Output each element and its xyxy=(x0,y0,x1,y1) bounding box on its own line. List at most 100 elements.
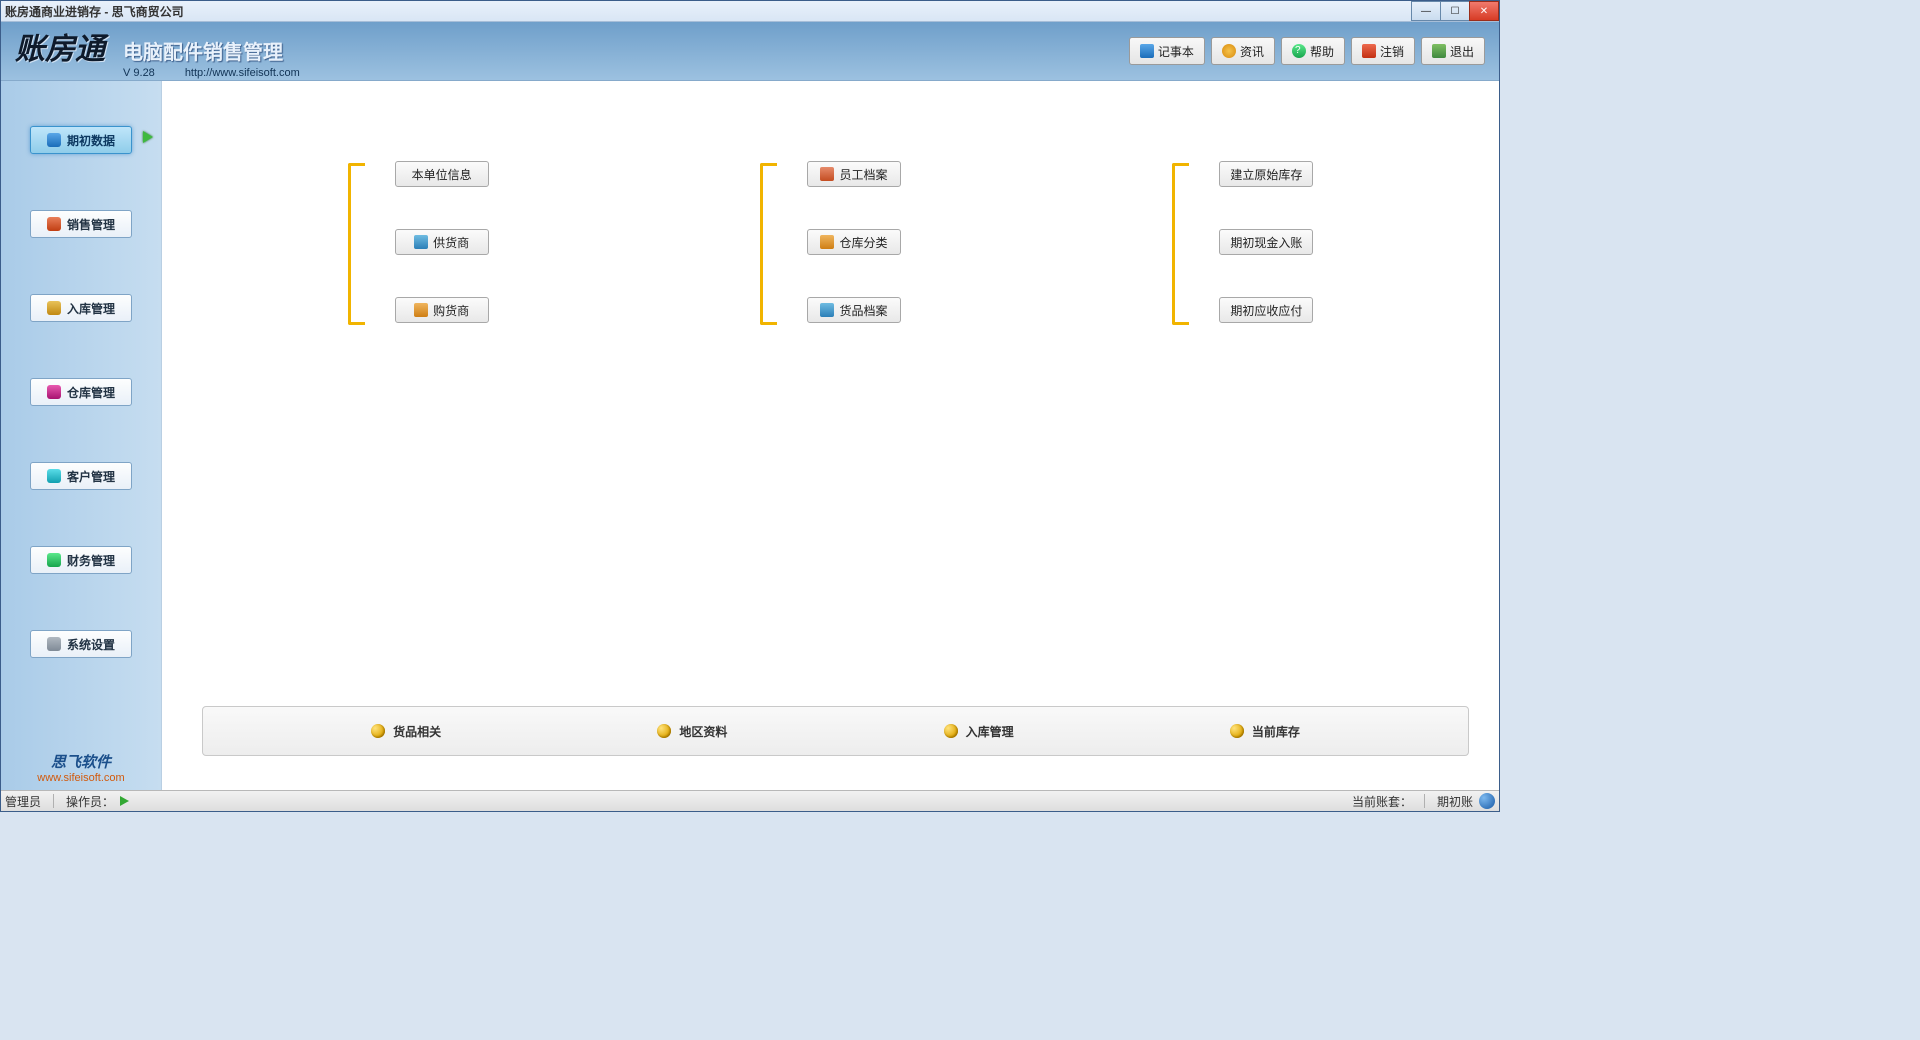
btn-label: 期初应收应付 xyxy=(1230,302,1302,319)
btn-goods-records[interactable]: 货品档案 xyxy=(807,297,901,323)
sidebar-item-label: 销售管理 xyxy=(67,216,115,233)
help-icon xyxy=(1292,44,1306,58)
notepad-button[interactable]: 记事本 xyxy=(1129,37,1205,65)
btn-label: 员工档案 xyxy=(839,166,887,183)
item-columns: 本单位信息 供货商 购货商 xyxy=(162,161,1499,325)
sidebar-item-warehouse[interactable]: 仓库管理 xyxy=(30,378,132,406)
btn-employee-records[interactable]: 员工档案 xyxy=(807,161,901,187)
settings-icon xyxy=(47,637,61,651)
header: 账房通 电脑配件销售管理 V 9.28 http://www.sifeisoft… xyxy=(1,22,1499,81)
notepad-label: 记事本 xyxy=(1158,43,1194,60)
bottom-region[interactable]: 地区资料 xyxy=(657,723,727,740)
btn-unit-info[interactable]: 本单位信息 xyxy=(395,161,489,187)
brand-logo: 账房通 xyxy=(15,24,105,68)
bottom-stockin[interactable]: 入库管理 xyxy=(944,723,1014,740)
warehouse-icon xyxy=(47,385,61,399)
window-controls: — ☐ ✕ xyxy=(1412,1,1499,21)
active-arrow-icon xyxy=(143,131,153,143)
titlebar: 账房通商业进销存 - 思飞商贸公司 — ☐ ✕ xyxy=(1,1,1499,22)
btn-warehouse-category[interactable]: 仓库分类 xyxy=(807,229,901,255)
bracket-icon xyxy=(760,163,777,325)
supplier-icon xyxy=(414,235,428,249)
btn-init-receivable[interactable]: 期初应收应付 xyxy=(1219,297,1313,323)
btn-label: 仓库分类 xyxy=(839,234,887,251)
btn-label: 本单位信息 xyxy=(412,166,472,183)
btn-label: 期初现金入账 xyxy=(1230,234,1302,251)
sidebar-item-label: 期初数据 xyxy=(67,132,115,149)
btn-label: 购货商 xyxy=(433,302,469,319)
sidebar-item-sales[interactable]: 销售管理 xyxy=(30,210,132,238)
btn-supplier[interactable]: 供货商 xyxy=(395,229,489,255)
btn-label: 货品档案 xyxy=(839,302,887,319)
maximize-button[interactable]: ☐ xyxy=(1440,1,1470,21)
bottom-current-stock[interactable]: 当前库存 xyxy=(1230,723,1300,740)
employee-icon xyxy=(820,167,834,181)
bottom-goods[interactable]: 货品相关 xyxy=(371,723,441,740)
help-button[interactable]: 帮助 xyxy=(1281,37,1345,65)
sidebar-item-label: 入库管理 xyxy=(67,300,115,317)
bracket-icon xyxy=(1172,163,1189,325)
btn-init-cash[interactable]: 期初现金入账 xyxy=(1219,229,1313,255)
info-button[interactable]: 资讯 xyxy=(1211,37,1275,65)
sales-icon xyxy=(47,217,61,231)
status-account-label: 当前账套： xyxy=(1352,793,1412,810)
arrow-icon xyxy=(120,796,129,806)
logout-button[interactable]: 注销 xyxy=(1351,37,1415,65)
info-icon xyxy=(1222,44,1236,58)
sidebar-item-finance[interactable]: 财务管理 xyxy=(30,546,132,574)
btn-label: 供货商 xyxy=(433,234,469,251)
close-button[interactable]: ✕ xyxy=(1469,1,1499,21)
bottom-label: 货品相关 xyxy=(393,723,441,740)
bottom-label: 当前库存 xyxy=(1252,723,1300,740)
btn-label: 建立原始库存 xyxy=(1230,166,1302,183)
dot-icon xyxy=(371,724,385,738)
app-window: 账房通商业进销存 - 思飞商贸公司 — ☐ ✕ 账房通 电脑配件销售管理 V 9… xyxy=(0,0,1500,812)
sidebar-item-label: 仓库管理 xyxy=(67,384,115,401)
goods-icon xyxy=(820,303,834,317)
sidebar-item-initial-data[interactable]: 期初数据 xyxy=(30,126,132,154)
vendor-name: 思飞软件 xyxy=(1,751,161,772)
sidebar-footer: 思飞软件 www.sifeisoft.com xyxy=(1,751,161,784)
sidebar-item-label: 财务管理 xyxy=(67,552,115,569)
sidebar-item-customers[interactable]: 客户管理 xyxy=(30,462,132,490)
sidebar-item-label: 客户管理 xyxy=(67,468,115,485)
bottom-panel: 货品相关 地区资料 入库管理 当前库存 xyxy=(202,706,1469,756)
dot-icon xyxy=(944,724,958,738)
dot-icon xyxy=(657,724,671,738)
column-3: 建立原始库存 期初现金入账 期初应收应付 xyxy=(1172,161,1313,325)
exit-label: 退出 xyxy=(1450,43,1474,60)
initial-data-icon xyxy=(47,133,61,147)
brand: 账房通 电脑配件销售管理 V 9.28 http://www.sifeisoft… xyxy=(15,24,300,79)
customers-icon xyxy=(47,469,61,483)
sidebar: 期初数据 销售管理 入库管理 仓库管理 客户管理 财务管理 xyxy=(1,81,162,790)
btn-init-stock[interactable]: 建立原始库存 xyxy=(1219,161,1313,187)
notepad-icon xyxy=(1140,44,1154,58)
separator xyxy=(53,794,54,808)
vendor-url: www.sifeisoft.com xyxy=(1,772,161,784)
help-label: 帮助 xyxy=(1310,43,1334,60)
app-title: 电脑配件销售管理 xyxy=(123,36,300,65)
stockin-icon xyxy=(47,301,61,315)
exit-button[interactable]: 退出 xyxy=(1421,37,1485,65)
statusbar: 管理员 操作员： 当前账套： 期初账 xyxy=(1,790,1499,811)
help-bubble-icon[interactable] xyxy=(1479,793,1495,809)
info-label: 资讯 xyxy=(1240,43,1264,60)
status-period-label: 期初账 xyxy=(1437,793,1473,810)
column-1: 本单位信息 供货商 购货商 xyxy=(348,161,489,325)
dot-icon xyxy=(1230,724,1244,738)
exit-icon xyxy=(1432,44,1446,58)
bottom-label: 入库管理 xyxy=(966,723,1014,740)
minimize-button[interactable]: — xyxy=(1411,1,1441,21)
btn-purchaser[interactable]: 购货商 xyxy=(395,297,489,323)
logout-label: 注销 xyxy=(1380,43,1404,60)
site-url: http://www.sifeisoft.com xyxy=(185,67,300,79)
purchaser-icon xyxy=(414,303,428,317)
column-2: 员工档案 仓库分类 货品档案 xyxy=(760,161,901,325)
warehouse-cat-icon xyxy=(820,235,834,249)
version-text: V 9.28 xyxy=(123,67,155,79)
separator xyxy=(1424,794,1425,808)
bracket-icon xyxy=(348,163,365,325)
main-content: 本单位信息 供货商 购货商 xyxy=(162,81,1499,790)
sidebar-item-stockin[interactable]: 入库管理 xyxy=(30,294,132,322)
sidebar-item-settings[interactable]: 系统设置 xyxy=(30,630,132,658)
